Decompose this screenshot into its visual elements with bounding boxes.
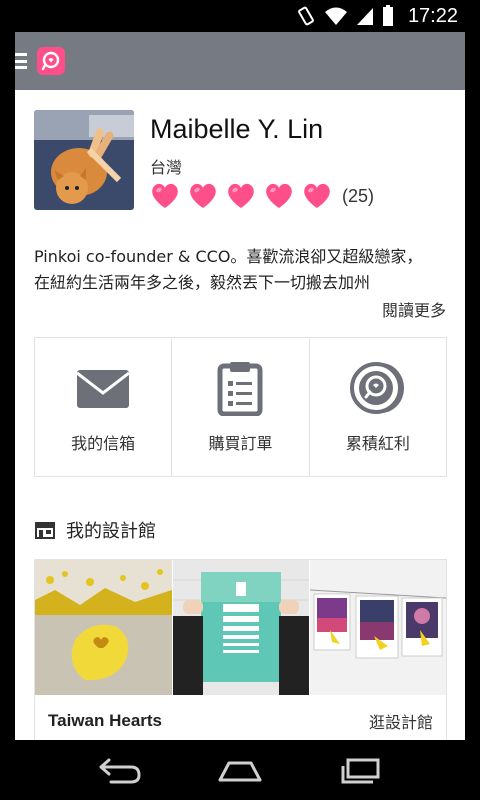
rotate-icon — [296, 6, 316, 26]
wifi-icon — [324, 6, 348, 26]
profile-bio: Pinkoi co-founder & CCO。喜歡流浪卻又超級戀家， 在紐約生… — [34, 244, 454, 296]
coin-icon — [349, 362, 404, 414]
home-icon[interactable] — [217, 755, 263, 785]
profile-name: Maibelle Y. Lin — [150, 114, 324, 144]
bio-line: Pinkoi co-founder & CCO。喜歡流浪卻又超級戀家， — [34, 247, 423, 266]
pinkoi-logo-icon[interactable] — [37, 47, 65, 75]
section-title: 我的設計館 — [66, 521, 156, 542]
mail-icon — [76, 370, 131, 408]
back-icon[interactable] — [97, 755, 143, 785]
action-label: 累積紅利 — [345, 434, 410, 453]
heart-icon — [228, 183, 254, 208]
rating-count: (25) — [342, 185, 375, 206]
yellow-taiwan-heart-photo — [35, 560, 172, 695]
clipboard-list-icon — [217, 362, 263, 416]
recents-icon[interactable] — [337, 755, 383, 785]
visit-shop-link[interactable]: 逛設計館 — [369, 709, 433, 733]
profile-location: 台灣 — [150, 158, 183, 177]
action-label: 購買訂單 — [208, 434, 273, 453]
action-label: 我的信箱 — [71, 434, 136, 453]
app-content: Maibelle Y. Lin 台灣 (25) Pinkoi co-founde… — [15, 32, 465, 740]
shop-card[interactable]: Taiwan Hearts 逛設計館 — [34, 559, 447, 740]
rating-hearts: (25) — [150, 182, 374, 210]
read-more-link[interactable]: 閱讀更多 — [382, 297, 446, 321]
hamburger-menu-icon[interactable] — [15, 52, 27, 70]
profile-header: Maibelle Y. Lin 台灣 (25) — [34, 110, 454, 210]
system-nav-bar — [0, 740, 480, 800]
eye-chart-poster-photo — [172, 560, 309, 695]
phone-screen: 17:22 Maibelle Y. Lin 台灣 (25) Pinkoi co-… — [0, 0, 480, 800]
status-bar: 17:22 — [0, 0, 480, 32]
avatar[interactable] — [34, 110, 134, 210]
battery-icon — [382, 5, 394, 27]
heart-icon — [266, 183, 292, 208]
shop-name[interactable]: Taiwan Hearts — [48, 711, 162, 731]
status-time: 17:22 — [407, 4, 458, 27]
points-button[interactable]: 累積紅利 — [310, 338, 446, 476]
heart-icon — [152, 183, 178, 208]
shop-section-header: 我的設計館 — [34, 517, 156, 543]
heart-icon — [190, 183, 216, 208]
hanging-prints-photo — [309, 560, 446, 695]
shop-icon — [35, 522, 55, 539]
shop-footer: Taiwan Hearts 逛設計館 — [35, 695, 446, 740]
shop-images — [35, 560, 446, 695]
signal-icon — [356, 6, 374, 26]
heart-icon — [304, 183, 330, 208]
quick-actions: 我的信箱 購買訂單 累積紅利 — [34, 337, 447, 477]
app-bar — [15, 32, 465, 90]
bio-line: 在紐約生活兩年多之後，毅然丟下一切搬去加州 — [34, 273, 371, 292]
orders-button[interactable]: 購買訂單 — [172, 338, 310, 476]
mailbox-button[interactable]: 我的信箱 — [35, 338, 173, 476]
